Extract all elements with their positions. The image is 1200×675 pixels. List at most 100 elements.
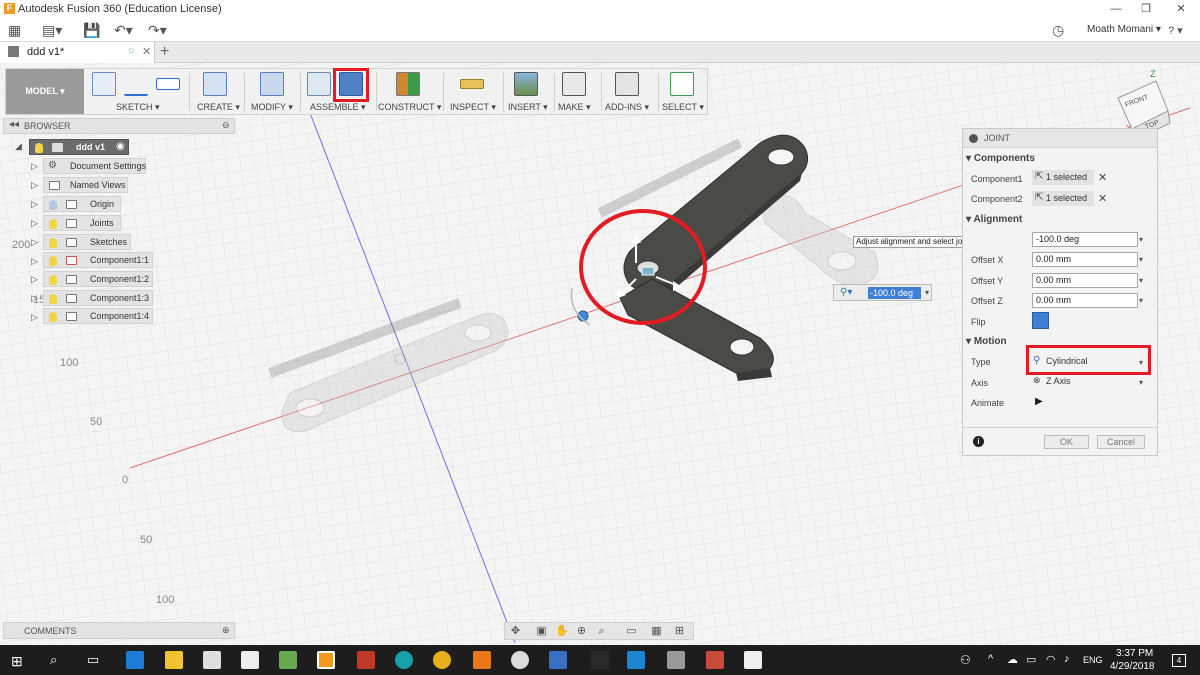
browser-minimize-icon[interactable]: ⊖ (222, 120, 230, 131)
notifications-icon[interactable]: 4 (1172, 654, 1186, 667)
app-icon[interactable] (667, 651, 685, 669)
3d-print-icon[interactable] (562, 72, 586, 96)
undo-icon[interactable]: ↶▾ (114, 21, 133, 39)
expand-icon[interactable]: ▷ (31, 293, 38, 304)
create-menu-label[interactable]: CREATE ▾ (197, 102, 240, 113)
onedrive-icon[interactable]: ☁ (1007, 653, 1018, 666)
select-icon[interactable] (670, 72, 694, 96)
addins-group[interactable]: ADD-INS ▾ (603, 69, 657, 114)
browser-item-sketches[interactable]: Sketches (43, 234, 131, 250)
modify-menu-label[interactable]: MODIFY ▾ (251, 102, 293, 113)
document-tab[interactable]: ddd v1* ○ ✕ (0, 42, 155, 63)
insert-image-icon[interactable] (514, 72, 538, 96)
make-menu-label[interactable]: MAKE ▾ (558, 102, 591, 113)
app-icon[interactable] (706, 651, 724, 669)
browser-item-component1-2[interactable]: Component1:2 (43, 271, 153, 287)
zoom-icon[interactable]: ⊕ (575, 625, 588, 637)
joint-dialog-header[interactable]: JOINT (963, 129, 1157, 148)
pan-icon[interactable]: ✋ (555, 625, 569, 637)
battery-icon[interactable]: ▭ (1026, 653, 1036, 666)
expand-icon[interactable]: ▷ (31, 274, 38, 285)
modify-group[interactable]: MODIFY ▾ (248, 69, 298, 114)
redo-icon[interactable]: ↷▾ (148, 21, 167, 39)
app-icon[interactable] (549, 651, 567, 669)
clock-date[interactable]: 4/29/2018 (1110, 661, 1155, 672)
expand-icon[interactable]: ▷ (31, 199, 38, 210)
photos-icon[interactable] (744, 651, 762, 669)
expand-icon[interactable]: ▷ (31, 180, 38, 191)
browser-item-component1-1[interactable]: Component1:1 (43, 252, 153, 268)
job-status-clock-icon[interactable]: ◷ (1052, 21, 1064, 39)
flip-button[interactable] (1032, 312, 1049, 329)
rectangle-tool-icon[interactable] (156, 78, 180, 90)
store-icon[interactable] (203, 651, 221, 669)
assemble-menu-label[interactable]: ASSEMBLE ▾ (310, 102, 366, 113)
collapse-browser-icon[interactable]: ◂◂ (9, 119, 19, 130)
grid-settings-icon[interactable]: ▦ (650, 625, 663, 637)
clock-time[interactable]: 3:37 PM (1116, 648, 1153, 659)
orbit-icon[interactable]: ✥ (509, 625, 522, 637)
mail-icon[interactable] (241, 651, 259, 669)
alignment-section-header[interactable]: ▾ Alignment (966, 214, 1022, 225)
box-icon[interactable] (203, 72, 227, 96)
visibility-bulb-icon[interactable] (49, 200, 57, 210)
press-pull-icon[interactable] (260, 72, 284, 96)
sketch-menu-label[interactable]: SKETCH ▾ (116, 102, 160, 113)
info-icon[interactable]: i (973, 436, 984, 447)
inspect-menu-label[interactable]: INSPECT ▾ (450, 102, 496, 113)
wifi-icon[interactable]: ◠ (1046, 653, 1056, 666)
activate-radio-icon[interactable]: ◉ (116, 141, 125, 152)
save-icon[interactable]: 💾 (83, 21, 100, 39)
browser-root-item[interactable]: ddd v1 ◉ (29, 139, 129, 155)
user-account-menu[interactable]: Moath Momani ▾ (1087, 24, 1161, 35)
angle-field[interactable]: -100.0 deg (1032, 232, 1138, 247)
expand-icon[interactable]: ▷ (31, 237, 38, 248)
browser-item-named-views[interactable]: Named Views (43, 177, 128, 193)
file-explorer-icon[interactable] (165, 651, 183, 669)
visibility-bulb-icon[interactable] (49, 294, 57, 304)
edge-browser-icon[interactable] (126, 651, 144, 669)
offset-z-field[interactable]: 0.00 mm (1032, 293, 1138, 308)
angle-value[interactable]: -100.0 deg (868, 287, 921, 299)
solidworks-icon[interactable] (357, 651, 375, 669)
visibility-bulb-icon[interactable] (35, 143, 43, 153)
construct-menu-label[interactable]: CONSTRUCT ▾ (378, 102, 441, 113)
chevron-down-icon[interactable]: ▾ (1139, 255, 1143, 264)
dialog-collapse-icon[interactable] (969, 134, 978, 143)
new-component-icon[interactable] (307, 72, 331, 96)
file-menu-icon[interactable]: ▤▾ (42, 21, 62, 39)
visibility-bulb-icon[interactable] (49, 312, 57, 322)
browser-item-joints[interactable]: Joints (43, 215, 121, 231)
windows-start-icon[interactable]: ⊞ (11, 653, 23, 670)
people-icon[interactable]: ⚇ (960, 653, 971, 667)
close-tab-icon[interactable]: ✕ (142, 45, 151, 58)
expand-icon[interactable]: ▷ (31, 312, 38, 323)
insert-group[interactable]: INSERT ▾ (506, 69, 554, 114)
input-language[interactable]: ENG (1083, 655, 1103, 665)
browser-item-component1-4[interactable]: Component1:4 (43, 308, 153, 324)
app-icon[interactable] (627, 651, 645, 669)
help-menu[interactable]: ? ▾ (1168, 22, 1183, 40)
select-menu-label[interactable]: SELECT ▾ (662, 102, 704, 113)
workspace-switcher[interactable]: MODEL ▾ (6, 69, 84, 114)
viewports-icon[interactable]: ⊞ (673, 625, 686, 637)
expand-root-icon[interactable]: ◢ (15, 141, 22, 152)
canvas-angle-input[interactable]: ⚲▾ -100.0 deg ▾ (833, 284, 932, 301)
expand-icon[interactable]: ▷ (31, 256, 38, 267)
components-section-header[interactable]: ▾ Components (966, 153, 1035, 164)
app-icon[interactable] (511, 651, 529, 669)
offset-y-field[interactable]: 0.00 mm (1032, 273, 1138, 288)
volume-icon[interactable]: ♪ (1064, 653, 1070, 665)
comments-panel[interactable]: COMMENTS ⊕ (3, 622, 235, 639)
angle-type-icon[interactable]: ⚲▾ (840, 287, 852, 298)
chrome-icon[interactable] (433, 651, 451, 669)
axis-dropdown[interactable]: Z Axis (1032, 374, 1142, 389)
scripts-addins-icon[interactable] (615, 72, 639, 96)
data-panel-grid-icon[interactable]: ▦ (8, 21, 21, 39)
visibility-bulb-icon[interactable] (49, 238, 57, 248)
create-sketch-icon[interactable] (92, 72, 116, 96)
app-icon[interactable] (591, 651, 609, 669)
task-view-icon[interactable]: ▭ (87, 652, 99, 668)
browser-header[interactable]: ◂◂ BROWSER ⊖ (3, 118, 235, 134)
minimize-button[interactable]: — (1101, 1, 1131, 17)
